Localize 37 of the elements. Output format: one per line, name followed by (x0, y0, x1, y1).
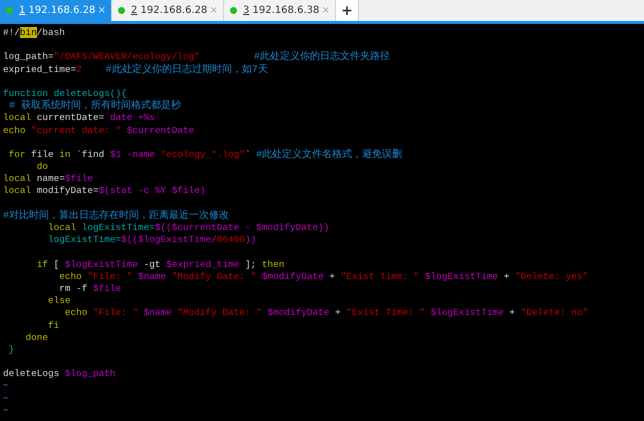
code-line: #!/bin/bash (3, 27, 65, 40)
status-dot-icon (230, 7, 237, 14)
empty-line-marker: ~ (3, 392, 9, 405)
code-line: do (36, 161, 48, 174)
code-line: deleteLogs $log_path (3, 368, 116, 380)
code-line: #对比时间，算出日志存在时间，距离最近一次修改 (3, 210, 230, 222)
close-icon[interactable]: × (210, 5, 218, 16)
terminal-tab[interactable]: 1 192.168.6.28 × (0, 0, 112, 21)
tab-title: 2 192.168.6.28 (131, 5, 208, 16)
status-dot-icon (118, 7, 125, 14)
code-line: echo "File: " $name "Modify Date: " $modifyDate + "Exist Time: " $logExistTime + "Delete: yes" (58, 270, 588, 283)
code-line: local logExistTime=$(($currentDate - $modifyDate)) (47, 222, 330, 234)
close-icon[interactable]: × (98, 5, 106, 16)
code-line: expried_time=2 #此处定义你的日志过期时间，如7天 (3, 64, 268, 76)
code-line: } (8, 344, 14, 356)
close-icon[interactable]: × (322, 5, 330, 16)
code-line: else (47, 295, 71, 308)
tab-title: 1 192.168.6.28 (19, 5, 96, 16)
code-line: rm -f $file (58, 282, 122, 296)
status-dot-icon (6, 7, 13, 14)
code-line: # 获取系统时间，所有时间格式都是秒 (8, 100, 182, 112)
code-line: if [ $logExistTime -gt $expried_time ]; then (36, 258, 284, 271)
code-line: echo "File: " $name "Modify Date: " $modifyDate + "Exist Time: " $logExistTime + "Delete: no" (64, 307, 588, 320)
code-line: fi (47, 320, 60, 332)
tab-title: 3 192.168.6.38 (243, 5, 320, 16)
code-line: function deleteLogs(){ (3, 88, 127, 100)
new-tab-button[interactable]: + (336, 0, 359, 21)
empty-line-marker: ~ (3, 404, 9, 417)
code-line: local name=$file (3, 173, 94, 186)
code-line: for file in `find $1 -name "ecology_*.log"` #此处定义文件名格式，避免误删 (8, 148, 402, 162)
code-line: done (24, 332, 48, 344)
code-line: logExistTime=$(($logExistTime/86400)) (47, 234, 256, 246)
code-line: echo "current date: " $currentDate (3, 124, 194, 137)
code-line: local modifyDate=$(stat -c %Y $file) (3, 185, 206, 198)
code-line: local currentDate=`date +%s` (3, 112, 161, 124)
empty-line-marker: ~ (3, 380, 9, 393)
code-line: log_path="/OAFS/WEAVER/ecology/log" #此处定义你的日志文件夹路径 (3, 51, 390, 64)
